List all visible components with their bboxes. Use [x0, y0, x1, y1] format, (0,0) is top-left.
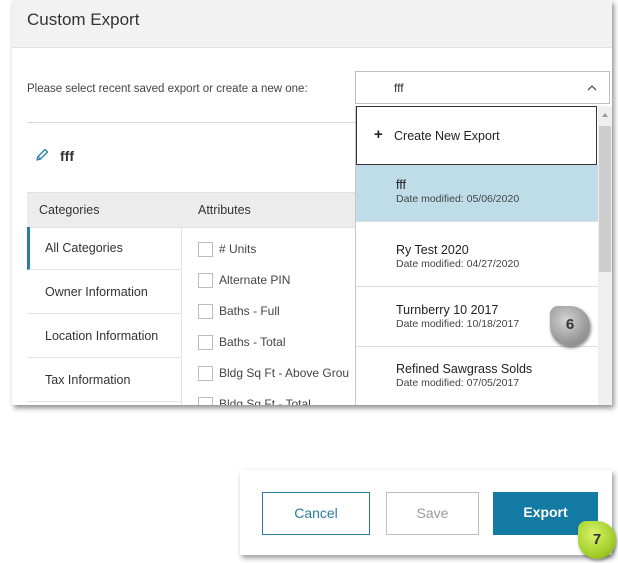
export-option[interactable]: fff Date modified: 05/06/2020 [356, 165, 599, 222]
export-name: fff [60, 148, 74, 164]
attribute-label: # Units [219, 242, 257, 256]
checkbox[interactable] [198, 397, 213, 405]
step-callout-7: 7 [578, 521, 616, 559]
action-bar: Cancel Save Export [240, 470, 612, 555]
step-number: 6 [565, 316, 575, 333]
export-option-name: Refined Sawgrass Solds [396, 362, 533, 376]
scroll-up-icon[interactable] [598, 110, 612, 120]
checkbox[interactable] [198, 273, 213, 288]
category-owner[interactable]: Owner Information [27, 271, 181, 314]
categories-header: Categories [39, 203, 100, 217]
export-option-date: Date modified: 10/18/2017 [396, 318, 520, 330]
checkbox[interactable] [198, 335, 213, 350]
category-tax[interactable]: Tax Information [27, 359, 181, 402]
categories-list: All Categories Owner Information Locatio… [27, 227, 182, 405]
attribute-label: Baths - Full [219, 304, 280, 318]
checkbox[interactable] [198, 366, 213, 381]
plus-icon: + [374, 126, 383, 143]
panel-header: Custom Export [12, 0, 612, 48]
saved-export-list: + Create New Export fff Date modified: 0… [355, 106, 599, 405]
attribute-label: Bldg Sq Ft - Above Grou [219, 366, 350, 380]
table-header: Categories Attributes [27, 192, 367, 228]
step-number: 7 [592, 531, 602, 548]
export-option-date: Date modified: 04/27/2020 [396, 258, 520, 270]
export-option-date: Date modified: 07/05/2017 [396, 377, 520, 389]
chevron-up-icon[interactable] [587, 83, 597, 93]
create-new-export-option[interactable]: + Create New Export [356, 106, 597, 165]
export-option-date: Date modified: 05/06/2020 [396, 193, 520, 205]
category-all[interactable]: All Categories [27, 227, 181, 270]
dropdown-scrollbar[interactable] [598, 106, 612, 405]
select-value: fff [394, 81, 404, 95]
scrollbar-thumb[interactable] [599, 126, 611, 272]
attributes-header: Attributes [198, 203, 251, 217]
pencil-icon[interactable] [34, 147, 50, 163]
create-new-export-label: Create New Export [394, 129, 500, 143]
saved-export-select[interactable]: fff [355, 71, 610, 104]
cancel-button[interactable]: Cancel [262, 492, 370, 535]
divider [27, 122, 362, 123]
export-option-name: Ry Test 2020 [396, 243, 469, 257]
export-option-name: fff [396, 178, 406, 192]
export-option[interactable]: Refined Sawgrass Solds Date modified: 07… [356, 349, 599, 405]
category-location[interactable]: Location Information [27, 315, 181, 358]
checkbox[interactable] [198, 304, 213, 319]
export-option[interactable]: Ry Test 2020 Date modified: 04/27/2020 [356, 230, 599, 287]
save-button[interactable]: Save [386, 492, 479, 535]
select-prompt: Please select recent saved export or cre… [27, 83, 308, 95]
attribute-label: Alternate PIN [219, 273, 291, 287]
panel-title: Custom Export [27, 10, 140, 29]
checkbox[interactable] [198, 242, 213, 257]
export-option-name: Turnberry 10 2017 [396, 303, 499, 317]
step-callout-6: 6 [550, 306, 590, 346]
attribute-label: Baths - Total [219, 335, 286, 349]
attribute-label: Bldg Sq Ft - Total [219, 397, 311, 405]
